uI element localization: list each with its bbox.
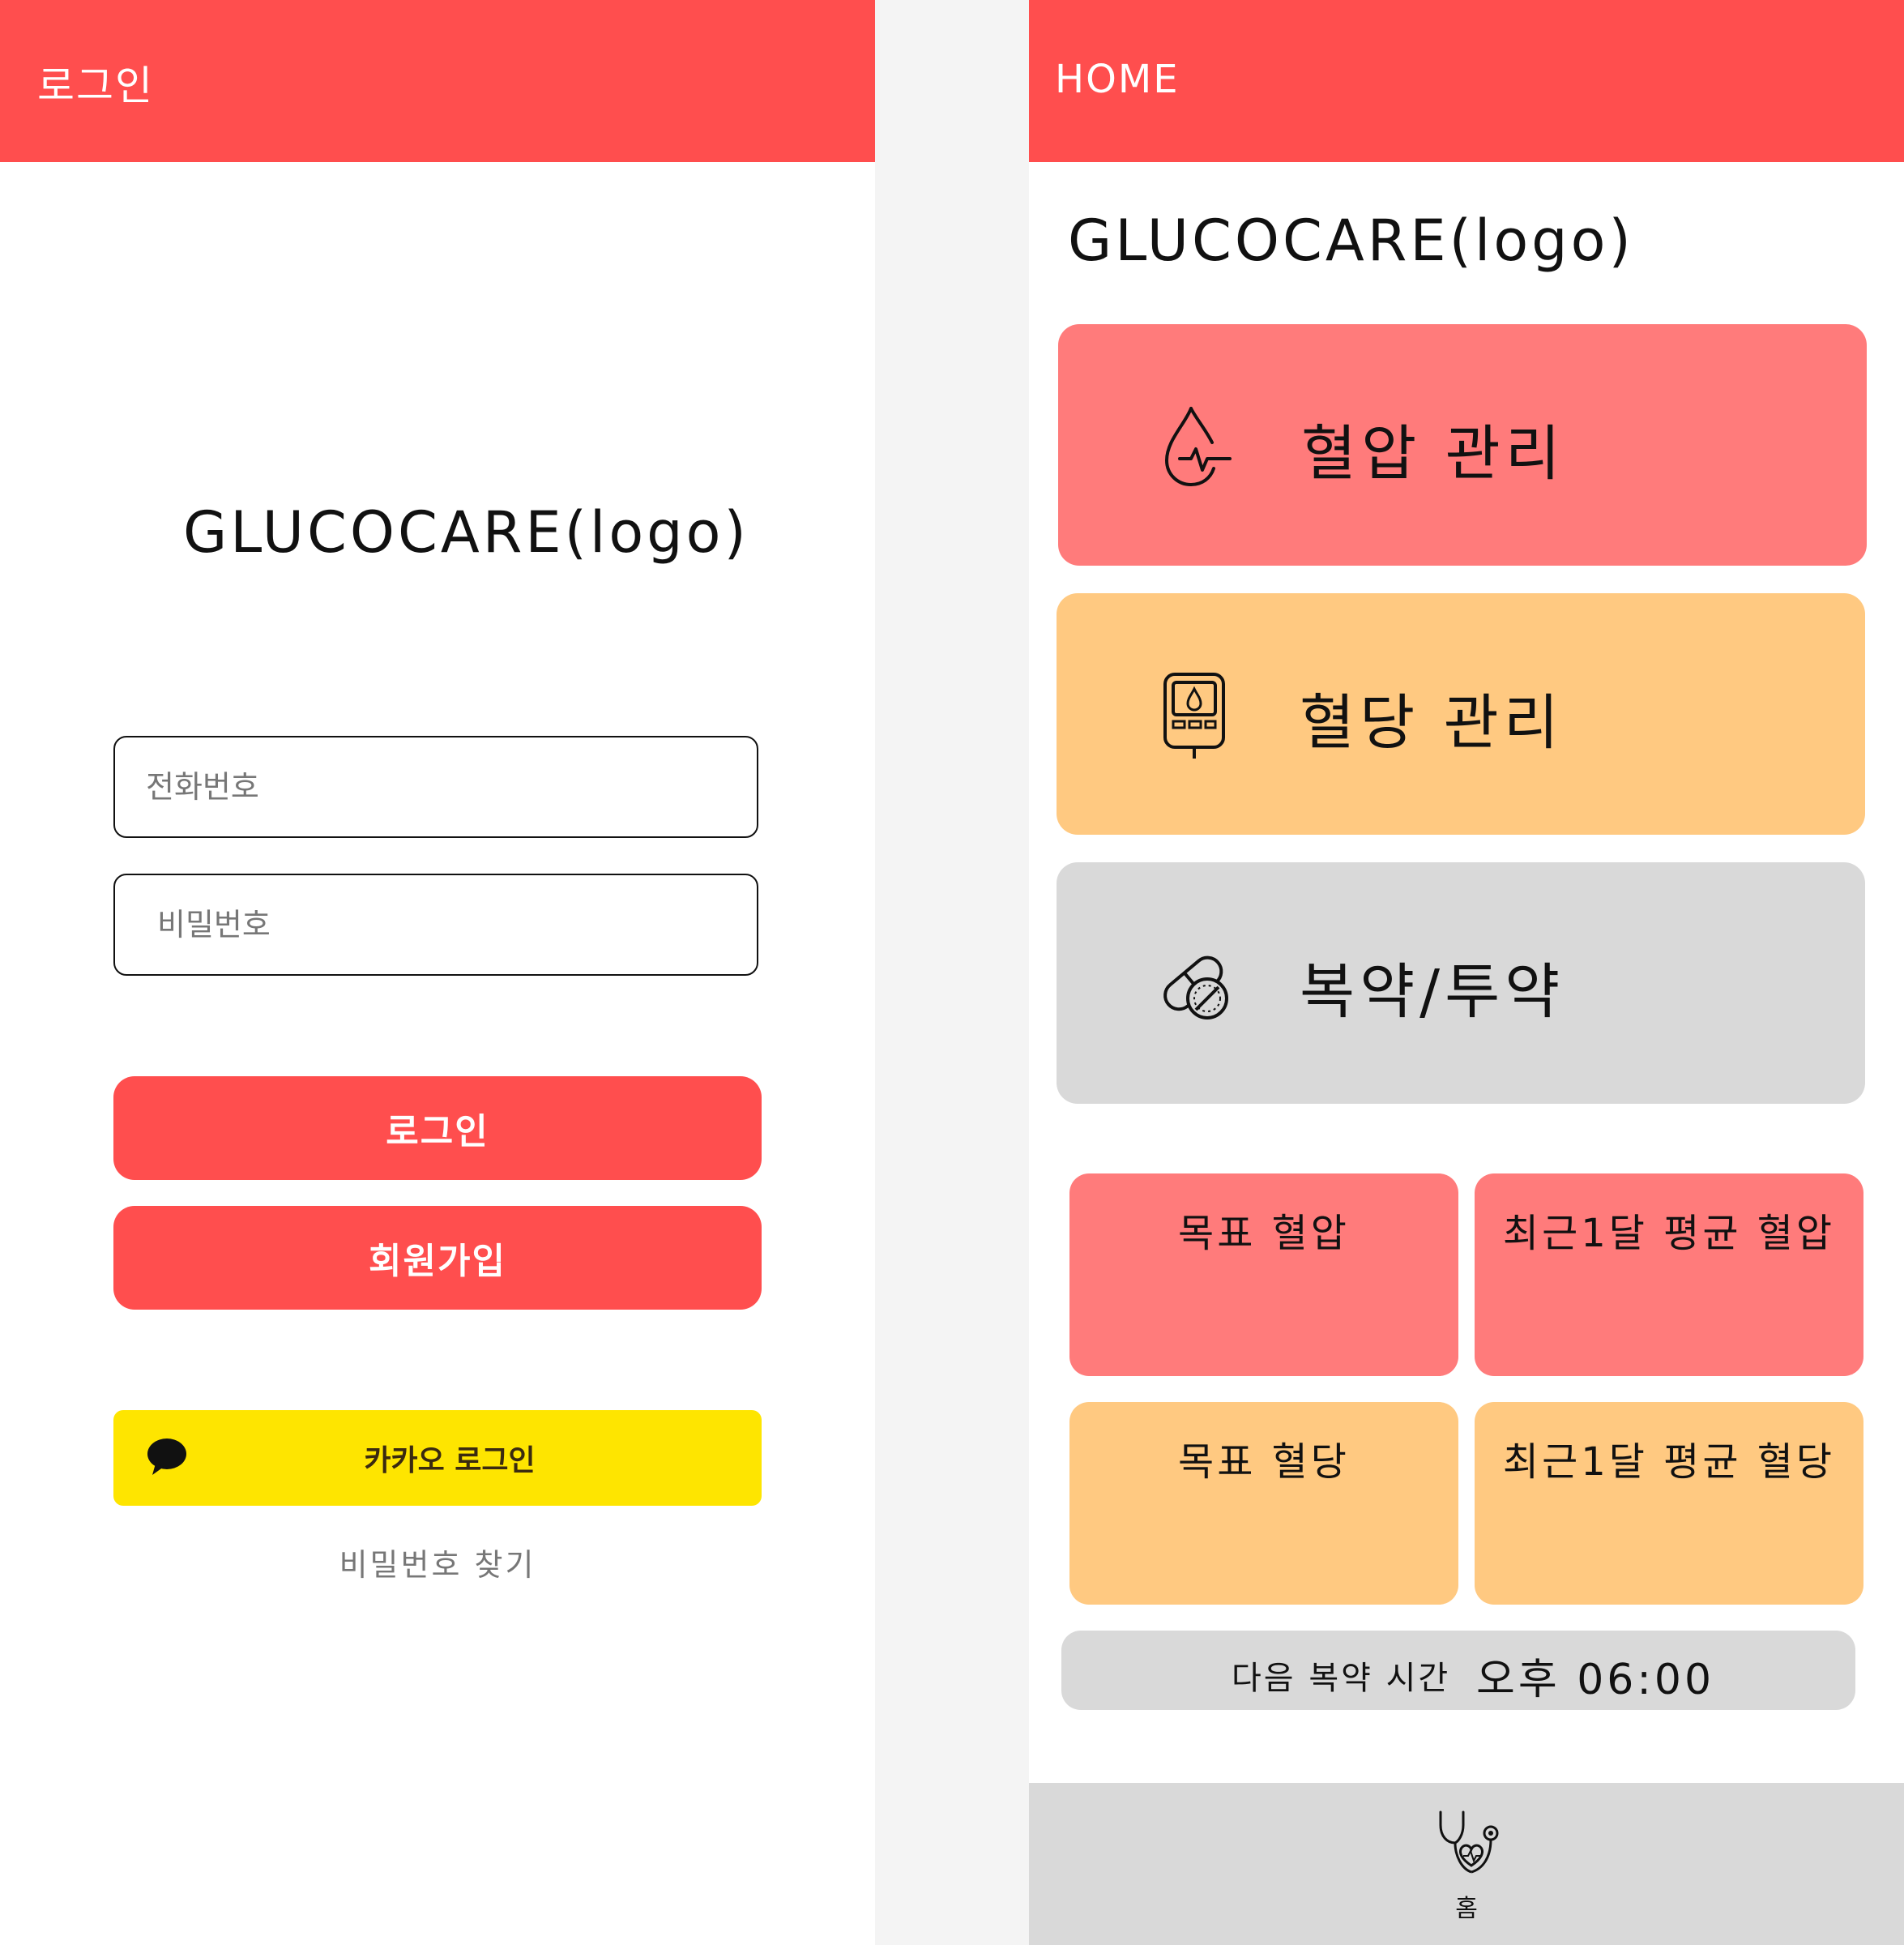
login-button[interactable]: 로그인 xyxy=(113,1076,762,1180)
blood-pressure-menu-card[interactable]: 혈압 관리 xyxy=(1058,324,1867,566)
monthly-avg-blood-sugar-card[interactable]: 최근1달 평균 혈당 xyxy=(1475,1402,1863,1605)
next-dose-time: 오후 06:00 xyxy=(1476,1656,1715,1704)
login-page-title: 로그인 xyxy=(37,62,154,109)
kakao-login-label: 카카오 로그인 xyxy=(364,1444,536,1477)
phone-input[interactable] xyxy=(115,737,757,836)
target-blood-sugar-label: 목표 혈당 xyxy=(1178,1439,1350,1485)
signup-button-label: 회원가입 xyxy=(369,1241,506,1282)
target-blood-pressure-label: 목표 혈압 xyxy=(1178,1211,1350,1256)
login-logo: GLUCOCARE(logo) xyxy=(183,499,749,566)
nav-home-label: 홈 xyxy=(1455,1895,1478,1923)
target-blood-pressure-card[interactable]: 목표 혈압 xyxy=(1069,1173,1458,1376)
password-input[interactable] xyxy=(115,875,757,974)
signup-button[interactable]: 회원가입 xyxy=(113,1206,762,1310)
glucose-meter-icon xyxy=(1163,673,1225,759)
medication-menu-label: 복약/투약 xyxy=(1300,957,1565,1027)
blood-sugar-menu-label: 혈당 관리 xyxy=(1300,688,1564,758)
login-app-bar: 로그인 xyxy=(0,0,875,162)
medication-menu-card[interactable]: 복약/투약 xyxy=(1057,862,1865,1104)
home-logo: GLUCOCARE(logo) xyxy=(1068,207,1634,274)
blood-sugar-menu-card[interactable]: 혈당 관리 xyxy=(1057,593,1865,835)
phone-field[interactable] xyxy=(113,736,758,838)
blood-drop-pulse-icon xyxy=(1164,407,1232,487)
login-screen: 로그인 GLUCOCARE(logo) 로그인 회원가입 카카오 로그인 비밀번… xyxy=(0,0,875,1945)
bottom-navigation: 홈 xyxy=(1029,1783,1904,1945)
login-button-label: 로그인 xyxy=(386,1111,489,1152)
monthly-avg-blood-sugar-label: 최근1달 평균 혈당 xyxy=(1502,1439,1836,1485)
find-password-link[interactable]: 비밀번호 찾기 xyxy=(0,1540,875,1584)
home-page-title: HOME xyxy=(1055,57,1180,102)
monthly-avg-blood-pressure-card[interactable]: 최근1달 평균 혈압 xyxy=(1475,1173,1863,1376)
kakao-login-button[interactable]: 카카오 로그인 xyxy=(113,1410,762,1506)
nav-item-home[interactable]: 홈 xyxy=(1410,1807,1523,1929)
target-blood-sugar-card[interactable]: 목표 혈당 xyxy=(1069,1402,1458,1605)
pills-icon xyxy=(1163,955,1228,1020)
password-field[interactable] xyxy=(113,874,758,976)
blood-pressure-menu-label: 혈압 관리 xyxy=(1301,419,1565,489)
next-dose-label: 다음 복약 시간 xyxy=(1232,1660,1451,1697)
home-screen: HOME GLUCOCARE(logo) 혈압 관리 혈당 관리 복약/투약 목… xyxy=(1029,0,1904,1945)
monthly-avg-blood-pressure-label: 최근1달 평균 혈압 xyxy=(1502,1211,1836,1256)
next-dose-banner[interactable]: 다음 복약 시간 오후 06:00 xyxy=(1061,1631,1855,1710)
stethoscope-heart-icon xyxy=(1439,1810,1499,1874)
home-app-bar: HOME xyxy=(1029,0,1904,162)
